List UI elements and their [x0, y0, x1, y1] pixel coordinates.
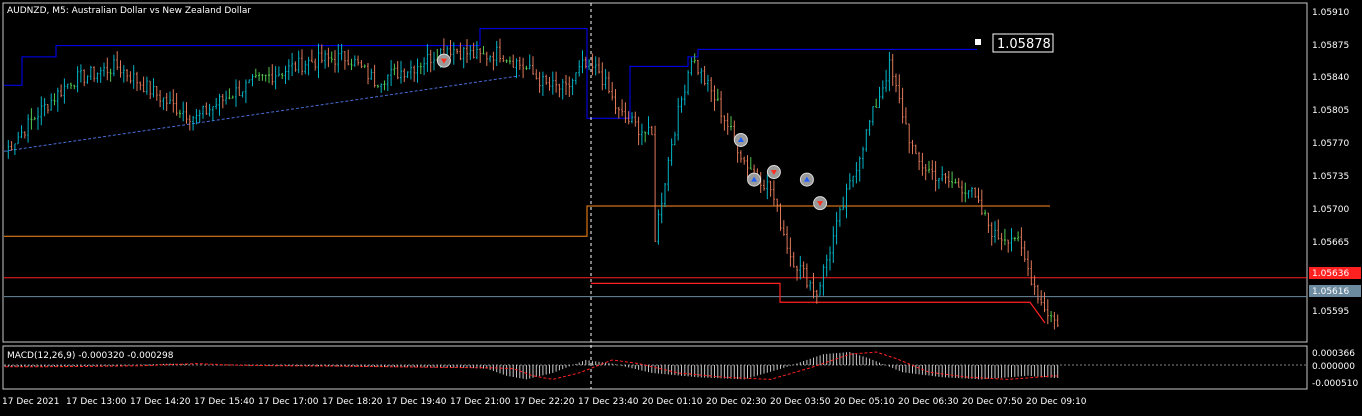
- chart-window[interactable]: AUDNZD, M5: Australian Dollar vs New Zea…: [0, 0, 1362, 412]
- price-tick: 1.05805: [1312, 106, 1349, 116]
- time-label: 17 Dec 17:00: [258, 397, 319, 407]
- price-tick: 1.05735: [1312, 172, 1349, 182]
- chart-title: AUDNZD, M5: Australian Dollar vs New Zea…: [7, 6, 251, 16]
- annotation-handle[interactable]: [975, 39, 981, 45]
- macd-axis-tick: -0.000510: [1312, 379, 1358, 389]
- macd-label: MACD(12,26,9) -0.000320 -0.000298: [7, 351, 174, 361]
- time-label: 20 Dec 05:10: [834, 397, 895, 407]
- time-label: 17 Dec 23:40: [578, 397, 639, 407]
- time-label: 20 Dec 06:30: [898, 397, 959, 407]
- time-axis[interactable]: 17 Dec 2021 17 Dec 13:00 17 Dec 14:20 17…: [2, 397, 1087, 407]
- red-level-price: 1.05636: [1312, 269, 1349, 279]
- time-label: 20 Dec 09:10: [1026, 397, 1087, 407]
- time-label: 20 Dec 02:30: [706, 397, 767, 407]
- time-label: 17 Dec 14:20: [130, 397, 191, 407]
- price-tick: 1.05770: [1312, 139, 1349, 149]
- time-label: 17 Dec 21:00: [450, 397, 511, 407]
- time-label: 20 Dec 01:10: [642, 397, 703, 407]
- time-label: 17 Dec 15:40: [194, 397, 255, 407]
- price-tick: 1.05700: [1312, 205, 1349, 215]
- time-label: 17 Dec 22:20: [514, 397, 575, 407]
- price-tick: 1.05595: [1312, 307, 1349, 317]
- price-tick: 1.05910: [1312, 8, 1349, 18]
- price-tick: 1.05665: [1312, 238, 1349, 248]
- time-label: 17 Dec 2021: [2, 397, 60, 407]
- time-label: 20 Dec 03:50: [770, 397, 831, 407]
- bid-price: 1.05616: [1312, 287, 1349, 297]
- annotation-price: 1.05878: [997, 37, 1051, 52]
- time-label: 20 Dec 07:50: [962, 397, 1023, 407]
- time-label: 17 Dec 18:20: [322, 397, 383, 407]
- macd-axis-tick: 0.000366: [1312, 349, 1355, 359]
- macd-axis-tick: 0.000000: [1312, 362, 1355, 372]
- time-label: 17 Dec 13:00: [66, 397, 127, 407]
- price-tick: 1.05875: [1312, 41, 1349, 51]
- time-label: 17 Dec 19:40: [386, 397, 447, 407]
- price-tick: 1.05840: [1312, 73, 1349, 83]
